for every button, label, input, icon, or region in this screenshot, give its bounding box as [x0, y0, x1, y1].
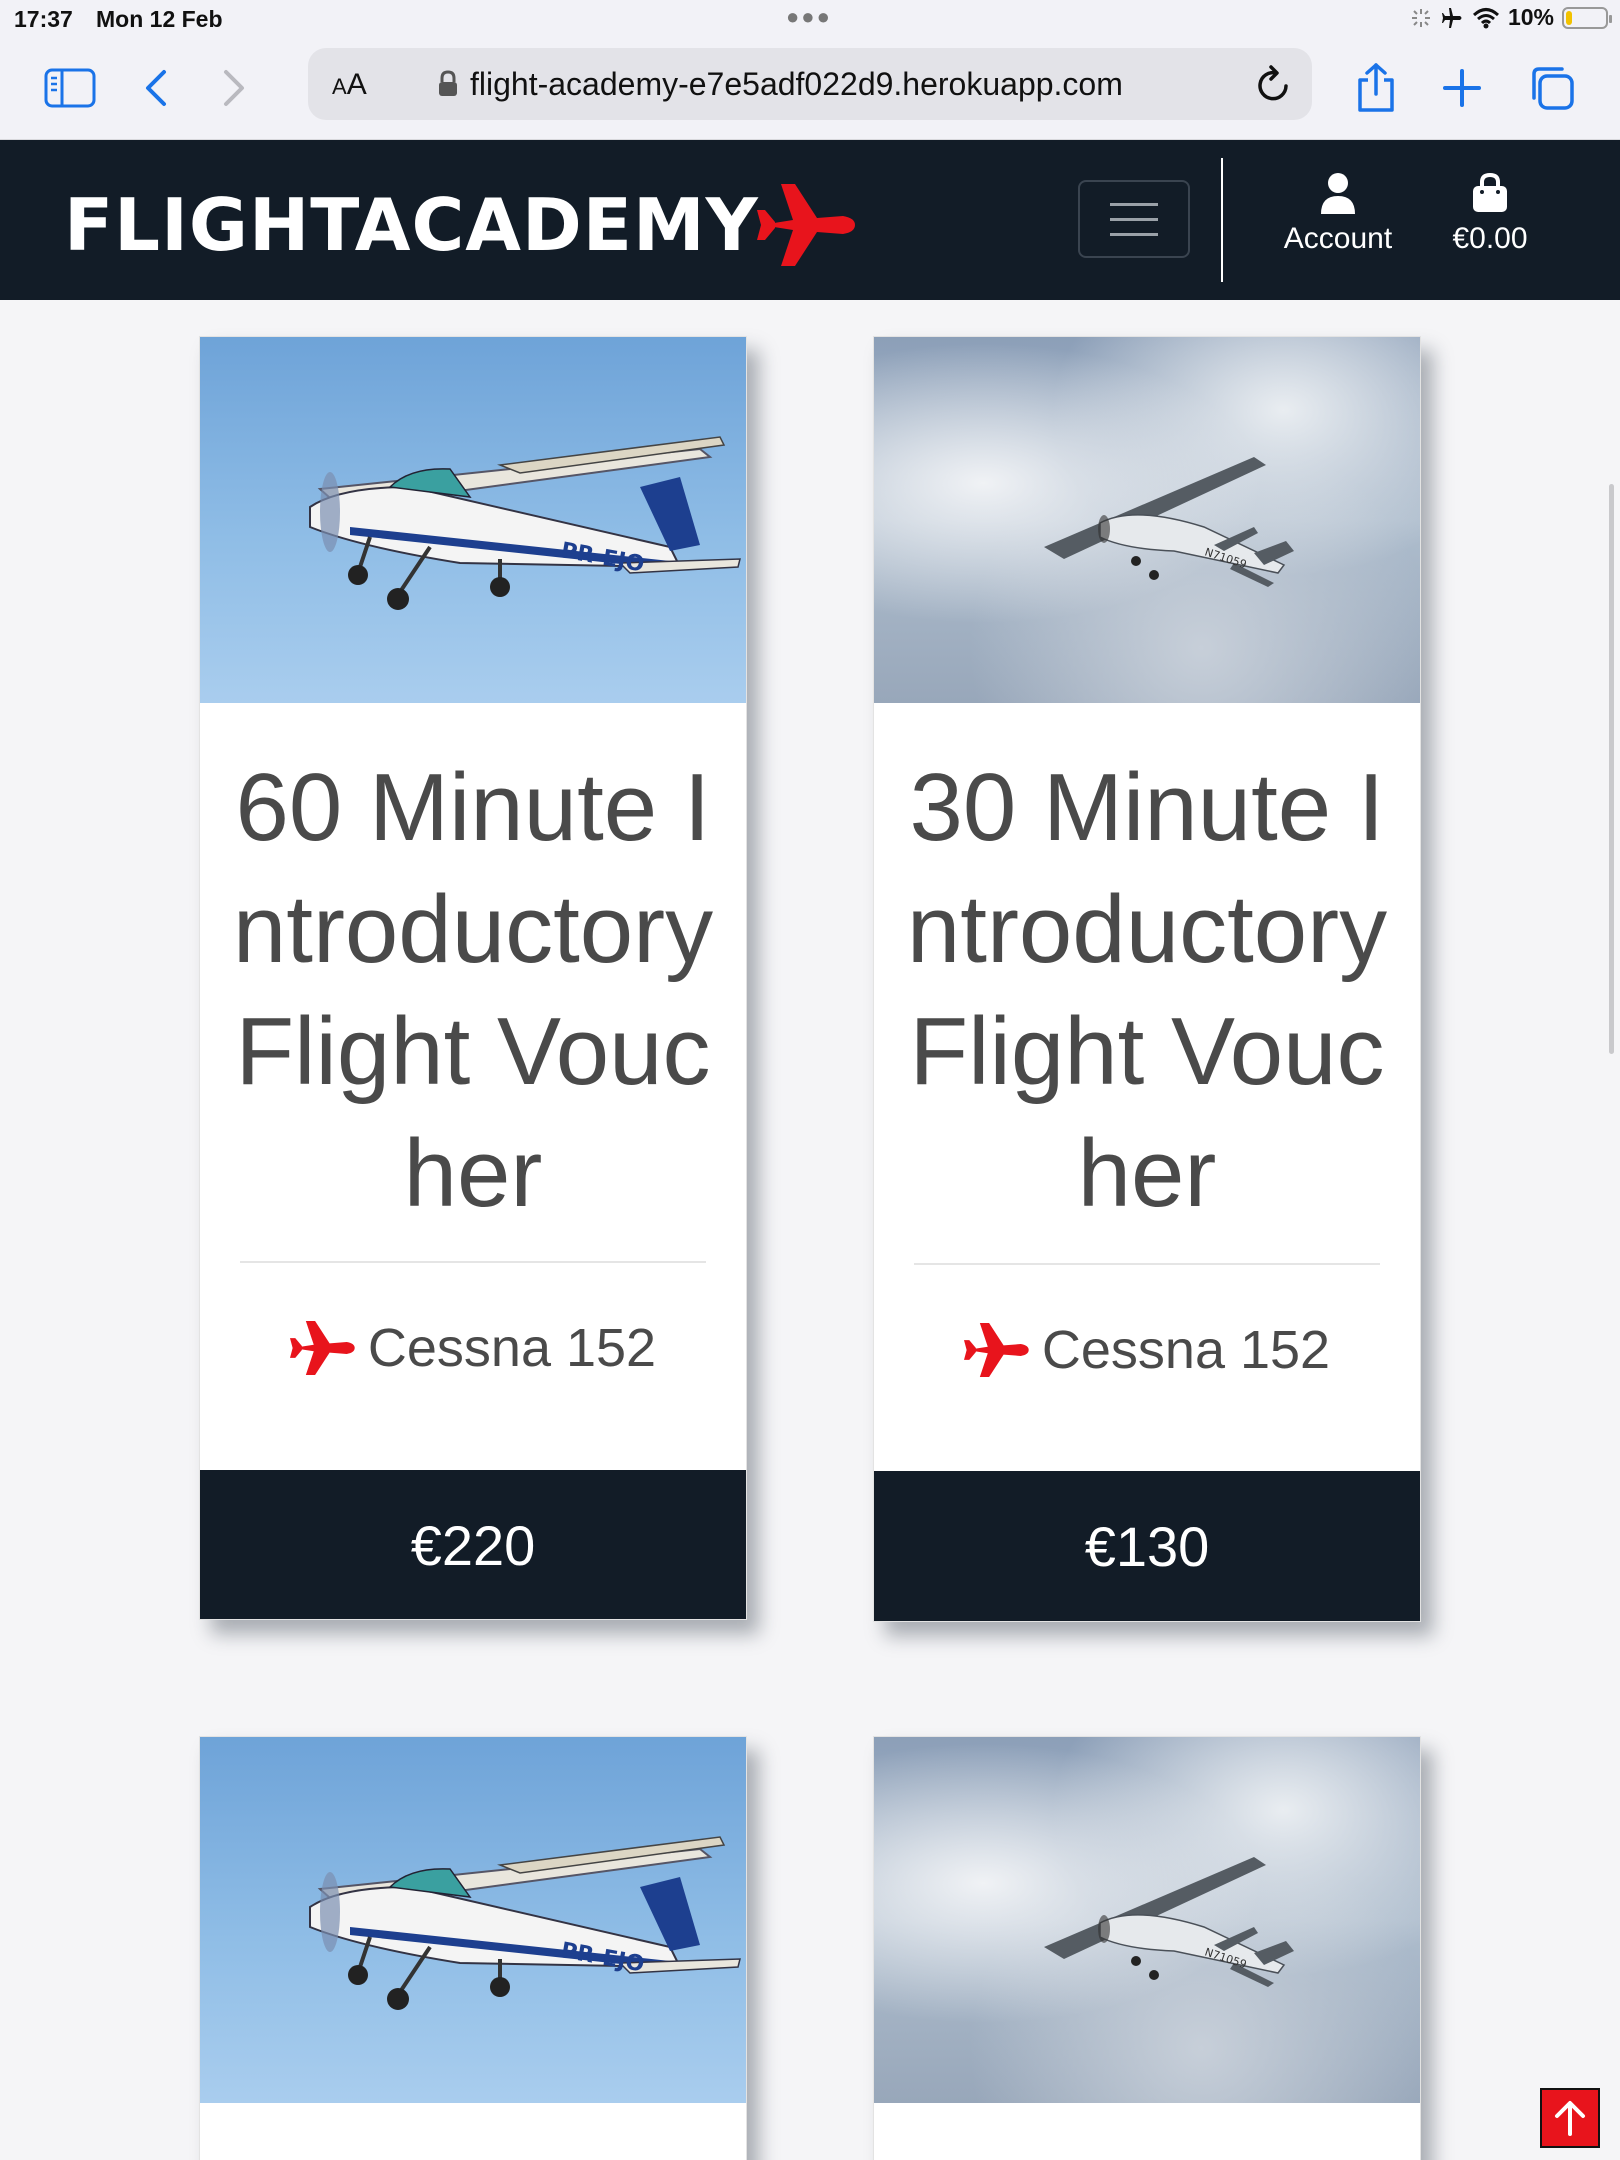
product-image[interactable]: N71059: [874, 337, 1420, 703]
product-body: 30 Minute Introductory Flight Voucher: [874, 703, 1420, 1227]
menu-toggle-button[interactable]: [1078, 180, 1190, 258]
product-card[interactable]: PR-EJO 60 Minute Introductory Flight Vou…: [199, 336, 747, 1620]
price-value: €220: [410, 1513, 536, 1577]
cessna-cloudy-photo: N71059: [1044, 1857, 1294, 1987]
bag-total: €0.00: [1452, 222, 1528, 255]
product-price[interactable]: €220: [200, 1470, 746, 1619]
battery-percent: 10%: [1507, 4, 1554, 30]
product-aircraft: Cessna 152: [874, 1319, 1420, 1381]
account-icon: [1321, 173, 1355, 214]
share-icon[interactable]: [1348, 60, 1404, 116]
logo-text: FLIGHTACADEMY: [64, 183, 759, 267]
account-link[interactable]: Account: [1282, 172, 1394, 256]
hamburger-line: [1110, 202, 1158, 206]
product-body: 60 Minute Introductory Flight Voucher: [200, 703, 746, 1227]
arrow-up-icon: [1555, 2101, 1585, 2136]
product-title[interactable]: 60 Minute Introductory Flight Voucher: [220, 747, 726, 1235]
url-text: flight-academy-e7e5adf022d9.herokuapp.co…: [470, 66, 1123, 102]
status-date: Mon 12 Feb: [96, 6, 223, 32]
plane-icon: [756, 184, 855, 266]
site-navbar: FLIGHTACADEMY Account €0.00: [0, 140, 1620, 300]
status-time: 17:37: [14, 6, 73, 32]
status-bar: 17:37 Mon 12 Feb ●●● 10%: [0, 0, 1620, 38]
product-image[interactable]: PR-EJO: [200, 1737, 746, 2103]
price-value: €130: [1084, 1514, 1210, 1578]
product-title[interactable]: 30 Minute Introductory Flight Voucher: [894, 747, 1400, 1235]
hamburger-line: [1110, 217, 1158, 221]
back-icon[interactable]: [128, 60, 184, 116]
nav-divider: [1221, 158, 1223, 282]
account-label: Account: [1283, 222, 1393, 255]
shopping-bag-link[interactable]: €0.00: [1440, 172, 1540, 256]
product-card[interactable]: PR-EJO: [199, 1736, 747, 2160]
page-scrollbar[interactable]: [1609, 484, 1614, 1054]
wifi-icon: [1472, 7, 1499, 28]
plane-icon: [963, 1322, 1029, 1378]
new-tab-icon[interactable]: [1434, 60, 1490, 116]
cessna-blue-white-photo: PR-EJO: [309, 436, 741, 610]
lock-icon: [438, 70, 458, 103]
aircraft-name: Cessna 152: [367, 1318, 657, 1378]
aircraft-name: Cessna 152: [1041, 1320, 1331, 1380]
plane-icon: [289, 1320, 355, 1376]
loading-icon: [1411, 8, 1430, 27]
hamburger-line: [1110, 232, 1158, 236]
product-image[interactable]: N71059: [874, 1737, 1420, 2103]
card-divider: [240, 1261, 706, 1263]
product-card[interactable]: N71059: [873, 1736, 1421, 2160]
product-price[interactable]: €130: [874, 1471, 1420, 1621]
battery-icon: [1562, 6, 1612, 29]
address-bar[interactable]: AA flight-academy-e7e5adf022d9.herokuapp…: [308, 48, 1312, 120]
reload-icon[interactable]: [1254, 62, 1294, 111]
card-divider: [914, 1263, 1380, 1265]
cessna-cloudy-photo: N71059: [1044, 457, 1294, 587]
back-to-top-button[interactable]: [1540, 2088, 1600, 2148]
product-card[interactable]: N71059 30 Minute Introductory Flight Vou…: [873, 336, 1421, 1622]
bag-icon: [1473, 172, 1507, 212]
multitasking-dots-icon[interactable]: ●●●: [786, 4, 832, 30]
airplane-mode-icon: [1441, 7, 1462, 28]
status-indicators: 10%: [1410, 4, 1612, 31]
site-logo[interactable]: FLIGHTACADEMY: [64, 180, 857, 270]
forward-icon[interactable]: [206, 60, 262, 116]
product-aircraft: Cessna 152: [200, 1317, 746, 1379]
tabs-icon[interactable]: [1524, 60, 1580, 116]
cessna-blue-white-photo: PR-EJO: [309, 1836, 741, 2010]
product-image[interactable]: PR-EJO: [200, 337, 746, 703]
reader-options-button[interactable]: AA: [332, 68, 367, 102]
sidebar-icon[interactable]: [42, 60, 98, 116]
browser-toolbar: AA flight-academy-e7e5adf022d9.herokuapp…: [0, 38, 1620, 140]
